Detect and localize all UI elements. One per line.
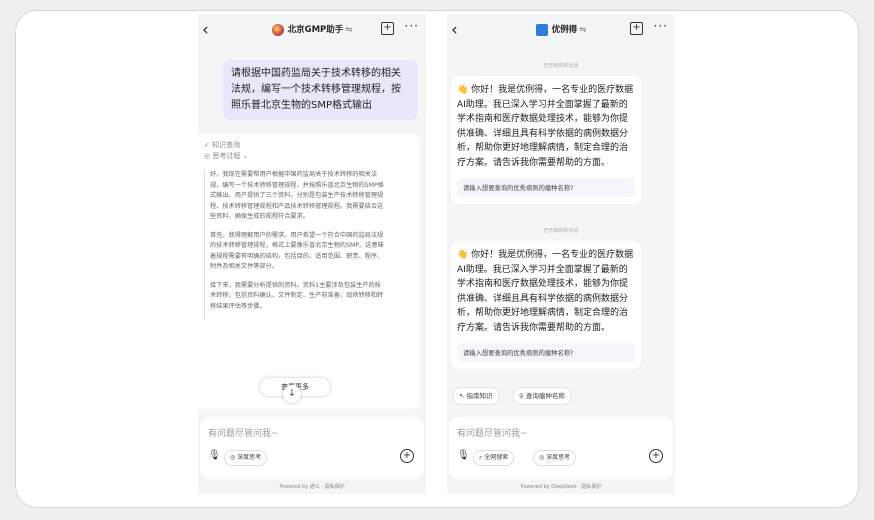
right-title-text: 优例得 (551, 25, 578, 35)
thinking-paragraph: 接下来，我需要分析提供的资料。资料1主要涉及包装生产的技术转移，包括资料确认、文… (210, 281, 384, 310)
left-input-box[interactable]: 有问题尽管问我~ 🎙 ◎ 深度思考 + (200, 417, 424, 479)
query-tumor-chip[interactable]: ⚲ 查询瘤种名称 (513, 387, 571, 405)
input-placeholder[interactable]: 有问题尽管问我~ (208, 426, 279, 439)
thinking-process: 好，我现在需要帮用户根据中国药监局关于技术转移的相关法规，编写一个技术转移管理规… (204, 170, 386, 320)
user-message: 请根据中国药监局关于技术转移的相关法规，编写一个技术转移管理规程，按照乐普北京生… (223, 60, 418, 120)
right-input-box[interactable]: 有问题尽管问我~ 🎙 ⌕ 全网搜索 ◎ 深度思考 + (449, 417, 673, 479)
knowledge-label: ✓ 知识查询 (204, 141, 241, 149)
microphone-icon[interactable]: 🎙 (457, 450, 470, 461)
switch-icon: ⇋ (579, 25, 587, 35)
add-icon[interactable]: + (649, 449, 663, 463)
system-note: 已开启新的对话 (543, 228, 579, 234)
thinking-paragraph: 首先，我得理解用户的需求。用户希望一个符合中国药监局法规的技术转移管理规程，格式… (210, 231, 384, 271)
switch-icon: ⇋ (345, 25, 353, 35)
right-top-bar: ‹ 优例得 ⇋ + ··· (447, 14, 675, 48)
guideline-chip[interactable]: ↖ 指南知识 (453, 387, 499, 405)
system-note: 已开启新的对话 (543, 63, 579, 69)
thinking-toggle[interactable]: ◎ 思考过程 ⌄ (204, 151, 248, 162)
assistant-answer: ✓ 知识查询 ◎ 思考过程 ⌄ 好，我现在需要帮用户根据中国药监局关于技术转移的… (198, 134, 420, 409)
microphone-icon[interactable]: 🎙 (208, 450, 221, 461)
more-icon[interactable]: ··· (654, 19, 668, 33)
gmp-logo-icon (271, 23, 284, 36)
knowledge-status: ✓ 知识查询 ◎ 思考过程 ⌄ (204, 140, 248, 162)
web-search-toggle[interactable]: ⌕ 全网搜索 (473, 450, 515, 466)
left-top-bar: ‹ 北京GMP助手 ⇋ + ··· (198, 14, 426, 48)
thinking-paragraph: 好，我现在需要帮用户根据中国药监局关于技术转移的相关法规，编写一个技术转移管理规… (210, 171, 384, 220)
welcome-card: 👋 你好！我是优例得，一名专业的医疗数据AI助理。我已深入学习并全面掌握了最新的… (451, 241, 641, 369)
left-chat-screen: ‹ 北京GMP助手 ⇋ + ··· 请根据中国药监局关于技术转移的相关法规，编写一… (198, 14, 426, 494)
powered-by-footer: Powered by 通义 · 隐私保护 (279, 484, 345, 490)
new-chat-icon[interactable]: + (630, 22, 643, 35)
more-icon[interactable]: ··· (405, 19, 419, 33)
welcome-text: 👋 你好！我是优例得，一名专业的医疗数据AI助理。我已深入学习并全面掌握了最新的… (457, 85, 634, 168)
new-chat-icon[interactable]: + (381, 22, 394, 35)
right-chat-screen: ‹ 优例得 ⇋ + ··· 已开启新的对话 👋 你好！我是优例得，一名专业的医疗数… (447, 14, 675, 494)
add-icon[interactable]: + (400, 449, 414, 463)
deep-think-toggle[interactable]: ◎ 深度思考 (224, 450, 268, 466)
input-placeholder[interactable]: 有问题尽管问我~ (457, 426, 528, 439)
youlide-logo-icon (535, 23, 548, 36)
left-title-text: 北京GMP助手 (287, 25, 344, 35)
powered-by-footer: Powered by DeepSeek · 隐私保护 (520, 484, 602, 490)
welcome-prompt[interactable]: 请输入想要查询的优秀病例的瘤种名称? (457, 178, 635, 197)
screenshot-frame (15, 10, 859, 508)
welcome-card: 👋 你好！我是优例得，一名专业的医疗数据AI助理。我已深入学习并全面掌握了最新的… (451, 76, 641, 204)
welcome-text: 👋 你好！我是优例得，一名专业的医疗数据AI助理。我已深入学习并全面掌握了最新的… (457, 250, 634, 333)
welcome-prompt[interactable]: 请输入想要查询的优秀病例的瘤种名称? (457, 343, 635, 362)
scroll-down-icon[interactable]: ↓ (283, 385, 301, 403)
deep-think-toggle[interactable]: ◎ 深度思考 (533, 450, 577, 466)
